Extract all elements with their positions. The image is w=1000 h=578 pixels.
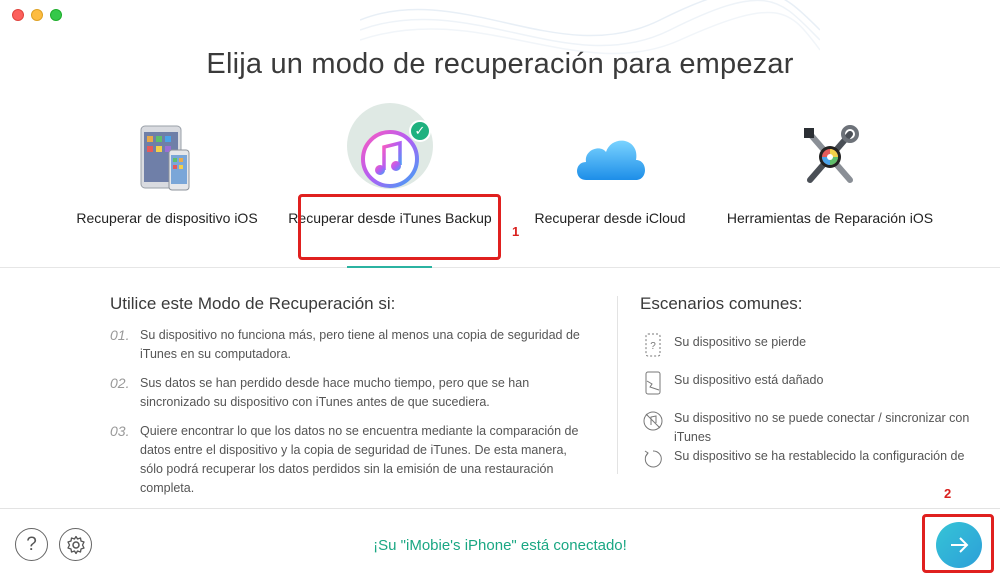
scenario-item: ? Su dispositivo se pierde	[640, 333, 995, 357]
scenario-item: Su dispositivo se ha restablecido la con…	[640, 447, 995, 471]
scenarios-heading: Escenarios comunes:	[640, 294, 803, 313]
panel-divider	[617, 296, 618, 474]
damaged-device-icon	[640, 371, 666, 395]
scenario-item: Su dispositivo no se puede conectar / si…	[640, 409, 995, 447]
zoom-window-button[interactable]	[50, 9, 62, 21]
usage-item: 01. Su dispositivo no funciona más, pero…	[110, 326, 590, 364]
usage-heading: Utilice este Modo de Recuperación si:	[110, 294, 396, 313]
annotation-number-2: 2	[944, 486, 952, 501]
mode-icloud-label: Recuperar desde iCloud	[534, 210, 686, 226]
scenario-text: Su dispositivo está dañado	[674, 373, 824, 387]
restore-icon	[640, 447, 666, 471]
scenario-text: Su dispositivo se pierde	[674, 335, 807, 349]
window-controls	[12, 9, 62, 21]
connection-status: ¡Su "iMobie's iPhone" está conectado!	[373, 537, 627, 554]
mode-ios-device-label: Recuperar de dispositivo iOS	[76, 210, 258, 226]
page-title: Elija un modo de recuperación para empez…	[206, 48, 794, 80]
scenario-text: Su dispositivo no se puede conectar / si…	[674, 411, 970, 444]
mode-repair-tools[interactable]: Herramientas de Reparación iOS	[725, 120, 935, 228]
app-window: Elija un modo de recuperación para empez…	[0, 0, 1000, 578]
no-sync-icon	[640, 409, 666, 433]
selected-mode-indicator	[347, 266, 432, 268]
usage-item-number: 01.	[110, 327, 130, 343]
next-button[interactable]	[936, 522, 982, 568]
lost-device-icon: ?	[640, 333, 666, 357]
usage-item: 02. Sus datos se han perdido desde hace …	[110, 374, 590, 412]
usage-item-text: Quiere encontrar lo que los datos no se …	[140, 424, 579, 495]
icloud-icon	[570, 120, 650, 198]
svg-text:?: ?	[650, 341, 656, 352]
scenario-text: Su dispositivo se ha restablecido la con…	[674, 449, 965, 463]
arrow-right-icon	[951, 537, 969, 553]
divider-bottom	[0, 508, 1000, 509]
close-window-button[interactable]	[12, 9, 24, 21]
mode-repair-tools-label: Herramientas de Reparación iOS	[726, 210, 934, 226]
usage-item-text: Sus datos se han perdido desde hace much…	[140, 376, 530, 409]
ios-devices-icon	[127, 120, 207, 198]
divider-top	[0, 267, 1000, 268]
usage-item: 03. Quiere encontrar lo que los datos no…	[110, 422, 590, 498]
usage-item-text: Su dispositivo no funciona más, pero tie…	[140, 328, 580, 361]
usage-item-number: 03.	[110, 423, 130, 439]
usage-item-number: 02.	[110, 375, 130, 391]
mode-ios-device[interactable]: Recuperar de dispositivo iOS	[62, 120, 272, 228]
selected-check-icon: ✓	[409, 120, 431, 142]
mode-icloud[interactable]: Recuperar desde iCloud	[505, 120, 715, 228]
scenario-item: Su dispositivo está dañado	[640, 371, 995, 395]
highlight-box-itunes	[298, 194, 501, 260]
minimize-window-button[interactable]	[31, 9, 43, 21]
repair-tools-icon	[790, 120, 870, 198]
